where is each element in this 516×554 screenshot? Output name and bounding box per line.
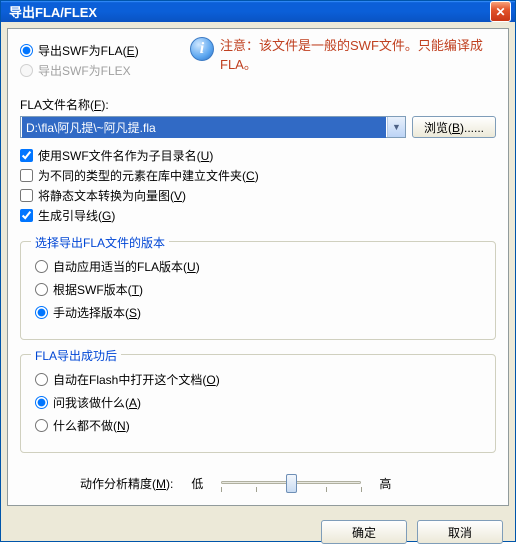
window-title: 导出FLA/FLEX <box>9 2 490 21</box>
export-fla-radio[interactable]: 导出SWF为FLA(E) <box>20 42 190 59</box>
convert-vector-input[interactable] <box>20 189 33 202</box>
slider-tick <box>326 487 327 492</box>
file-path-row: D:\fla\阿凡提\~阿凡提.fla ▼ 浏览(B)...... <box>20 116 496 138</box>
after-open-input[interactable] <box>35 373 48 386</box>
export-flex-radio: 导出SWF为FLEX <box>20 62 190 79</box>
browse-label: 浏览(B)...... <box>424 119 484 136</box>
slider-tick <box>361 487 362 492</box>
create-folder-input[interactable] <box>20 169 33 182</box>
version-swf-input[interactable] <box>35 283 48 296</box>
after-ask-label: 问我该做什么(A) <box>53 394 141 411</box>
cancel-label: 取消 <box>448 524 472 541</box>
version-group-title: 选择导出FLA文件的版本 <box>31 234 169 251</box>
version-manual-radio[interactable]: 手动选择版本(S) <box>35 304 481 321</box>
export-fla-radio-input[interactable] <box>20 44 33 57</box>
version-swf-radio[interactable]: 根据SWF版本(T) <box>35 281 481 298</box>
export-fla-label: 导出SWF为FLA(E) <box>38 42 139 59</box>
version-auto-radio[interactable]: 自动应用适当的FLA版本(U) <box>35 258 481 275</box>
after-none-label: 什么都不做(N) <box>53 417 130 434</box>
use-swf-name-check[interactable]: 使用SWF文件名作为子目录名(U) <box>20 147 496 164</box>
cancel-button[interactable]: 取消 <box>417 520 503 544</box>
export-flex-label: 导出SWF为FLEX <box>38 62 131 79</box>
browse-button[interactable]: 浏览(B)...... <box>412 116 496 138</box>
titlebar: 导出FLA/FLEX ✕ <box>1 1 515 22</box>
dialog-buttons: 确定 取消 <box>1 512 515 554</box>
slider-tick <box>221 487 222 492</box>
slider-label: 动作分析精度(M): <box>80 475 173 492</box>
ok-label: 确定 <box>352 524 376 541</box>
after-ask-radio[interactable]: 问我该做什么(A) <box>35 394 481 411</box>
guides-input[interactable] <box>20 209 33 222</box>
dialog-window: 导出FLA/FLEX ✕ 导出SWF为FLA(E) 导出SWF为FLEX i 注… <box>0 0 516 542</box>
version-swf-label: 根据SWF版本(T) <box>53 281 143 298</box>
export-type-group: 导出SWF为FLA(E) 导出SWF为FLEX <box>20 39 190 82</box>
file-path-value: D:\fla\阿凡提\~阿凡提.fla <box>22 117 386 138</box>
close-icon: ✕ <box>495 5 505 19</box>
close-button[interactable]: ✕ <box>490 1 511 22</box>
use-swf-name-input[interactable] <box>20 149 33 162</box>
slider-tick <box>256 487 257 492</box>
file-field-label: FLA文件名称(F): <box>20 96 496 113</box>
after-group-title: FLA导出成功后 <box>31 347 121 364</box>
top-row: 导出SWF为FLA(E) 导出SWF为FLEX i 注意：该文件是一般的SWF文… <box>20 39 496 82</box>
info-icon: i <box>190 37 214 61</box>
after-none-input[interactable] <box>35 419 48 432</box>
guides-label: 生成引导线(G) <box>38 207 115 224</box>
guides-check[interactable]: 生成引导线(G) <box>20 207 496 224</box>
ok-button[interactable]: 确定 <box>321 520 407 544</box>
slider-high-label: 高 <box>379 475 391 492</box>
version-manual-input[interactable] <box>35 306 48 319</box>
precision-slider[interactable] <box>221 471 361 495</box>
options-checks: 使用SWF文件名作为子目录名(U) 为不同的类型的元素在库中建立文件夹(C) 将… <box>20 144 496 227</box>
slider-thumb[interactable] <box>286 474 297 493</box>
after-groupbox: FLA导出成功后 自动在Flash中打开这个文档(O) 问我该做什么(A) 什么… <box>20 354 496 453</box>
create-folder-check[interactable]: 为不同的类型的元素在库中建立文件夹(C) <box>20 167 496 184</box>
version-groupbox: 选择导出FLA文件的版本 自动应用适当的FLA版本(U) 根据SWF版本(T) … <box>20 241 496 340</box>
precision-slider-row: 动作分析精度(M): 低 高 <box>20 471 496 495</box>
after-open-radio[interactable]: 自动在Flash中打开这个文档(O) <box>35 371 481 388</box>
chevron-down-icon[interactable]: ▼ <box>387 117 405 137</box>
convert-vector-check[interactable]: 将静态文本转换为向量图(V) <box>20 187 496 204</box>
file-path-select[interactable]: D:\fla\阿凡提\~阿凡提.fla ▼ <box>20 116 406 138</box>
version-manual-label: 手动选择版本(S) <box>53 304 141 321</box>
after-ask-input[interactable] <box>35 396 48 409</box>
content-panel: 导出SWF为FLA(E) 导出SWF为FLEX i 注意：该文件是一般的SWF文… <box>7 28 509 506</box>
create-folder-label: 为不同的类型的元素在库中建立文件夹(C) <box>38 167 259 184</box>
export-flex-radio-input <box>20 64 33 77</box>
version-auto-label: 自动应用适当的FLA版本(U) <box>53 258 200 275</box>
convert-vector-label: 将静态文本转换为向量图(V) <box>38 187 186 204</box>
slider-low-label: 低 <box>191 475 203 492</box>
version-auto-input[interactable] <box>35 260 48 273</box>
use-swf-name-label: 使用SWF文件名作为子目录名(U) <box>38 147 213 164</box>
after-open-label: 自动在Flash中打开这个文档(O) <box>53 371 220 388</box>
notice-block: i 注意：该文件是一般的SWF文件。只能编译成FLA。 <box>190 37 496 75</box>
after-none-radio[interactable]: 什么都不做(N) <box>35 417 481 434</box>
notice-text: 注意：该文件是一般的SWF文件。只能编译成FLA。 <box>220 37 496 75</box>
